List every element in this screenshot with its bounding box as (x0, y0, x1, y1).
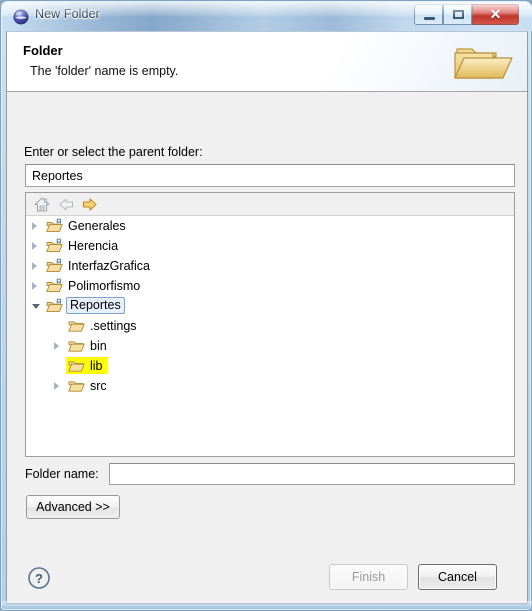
folder-name-label: Folder name: (25, 467, 99, 481)
dialog-footer: ? Finish Cancel (7, 561, 527, 603)
tree-item-reportes[interactable]: Reportes (26, 296, 514, 316)
parent-folder-input[interactable] (25, 164, 515, 187)
finish-button[interactable]: Finish (329, 564, 408, 590)
folder-tree-rows[interactable]: Generales Herencia InterfazGrafica Polim… (26, 216, 514, 456)
chevron-right-icon[interactable] (32, 242, 37, 250)
tree-toolbar (26, 193, 514, 216)
close-icon: ✕ (489, 6, 502, 22)
minimize-button[interactable] (414, 4, 443, 25)
cancel-button[interactable]: Cancel (418, 564, 497, 590)
forward-arrow-icon[interactable] (81, 196, 99, 213)
advanced-button[interactable]: Advanced >> (26, 495, 120, 519)
chevron-right-icon[interactable] (32, 262, 37, 270)
tree-item-interfazgrafica[interactable]: InterfazGrafica (26, 256, 514, 276)
parent-folder-label: Enter or select the parent folder: (24, 145, 203, 159)
title-bar[interactable]: New Folder ✕ (2, 2, 532, 31)
eclipse-sphere-icon (13, 9, 29, 25)
project-folder-icon (46, 238, 63, 253)
chevron-right-icon[interactable] (32, 222, 37, 230)
minimize-icon (424, 17, 435, 20)
project-folder-icon (46, 278, 63, 293)
tree-item-bin[interactable]: bin (26, 336, 514, 356)
tree-item-settings[interactable]: .settings (26, 316, 514, 336)
tree-item-label: lib (90, 359, 103, 373)
page-title: Folder (23, 43, 63, 58)
tree-item-label: .settings (90, 319, 137, 333)
project-folder-icon (46, 258, 63, 273)
chevron-right-icon[interactable] (32, 282, 37, 290)
tree-item-lib[interactable]: lib (26, 356, 514, 376)
tree-item-polimorfismo[interactable]: Polimorfismo (26, 276, 514, 296)
window-title: New Folder (35, 7, 100, 21)
chevron-right-icon[interactable] (54, 342, 59, 350)
tree-item-label: Reportes (66, 297, 125, 314)
dialog-window: New Folder ✕ Folder The 'folder' name is… (0, 0, 532, 611)
tree-item-label: Generales (68, 219, 126, 233)
folder-icon (68, 378, 85, 393)
folder-tree-panel[interactable]: Generales Herencia InterfazGrafica Polim… (25, 192, 515, 457)
tree-item-src[interactable]: src (26, 376, 514, 396)
folder-name-input[interactable] (109, 463, 515, 485)
chevron-down-icon[interactable] (32, 304, 40, 309)
header-message: The 'folder' name is empty. (30, 64, 179, 78)
tree-item-generales[interactable]: Generales (26, 216, 514, 236)
chevron-right-icon[interactable] (54, 382, 59, 390)
tree-item-label: src (90, 379, 107, 393)
dialog-header: Folder The 'folder' name is empty. (7, 32, 527, 92)
tree-item-label: InterfazGrafica (68, 259, 150, 273)
svg-text:?: ? (35, 571, 43, 586)
maximize-icon (453, 10, 464, 19)
dialog-client: Folder The 'folder' name is empty. Enter… (6, 31, 528, 604)
home-icon[interactable] (33, 196, 51, 213)
folder-icon (68, 338, 85, 353)
back-arrow-icon (57, 196, 75, 213)
close-button[interactable]: ✕ (472, 4, 519, 25)
folder-icon (68, 318, 85, 333)
project-folder-icon (46, 218, 63, 233)
help-icon[interactable]: ? (26, 565, 52, 591)
dialog-body: Enter or select the parent folder: Repor… (7, 92, 527, 563)
maximize-button[interactable] (443, 4, 472, 25)
tree-item-label: Herencia (68, 239, 119, 253)
tree-item-label: Polimorfismo (68, 279, 141, 293)
tree-item-label: bin (90, 339, 107, 353)
folder-icon (68, 358, 85, 373)
project-folder-icon (46, 298, 63, 313)
tree-item-herencia[interactable]: Herencia (26, 236, 514, 256)
window-bottom-sheen (2, 601, 532, 609)
open-folder-image (451, 36, 517, 90)
